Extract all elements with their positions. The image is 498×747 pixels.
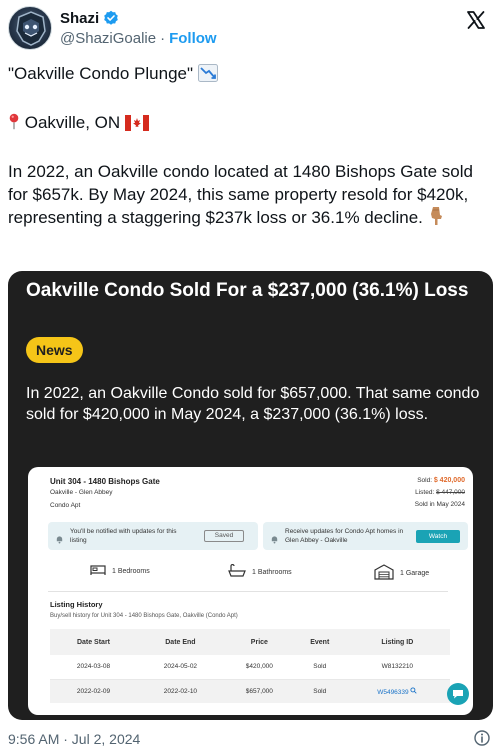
table-cell: 2022-02-09	[50, 679, 137, 703]
column-header: Price	[223, 629, 295, 655]
handle[interactable]: @ShaziGoalie	[60, 30, 156, 47]
sold-date: Sold in May 2024	[414, 501, 465, 508]
receive-text: Receive updates for Condo Apt homes in G…	[285, 528, 404, 544]
name-row: Shazi	[60, 8, 119, 28]
tweet-body-line: In 2022, an Oakville condo located at 14…	[8, 160, 490, 232]
watch-button[interactable]: Watch	[416, 530, 460, 543]
listing-id-link[interactable]: W5496339	[377, 689, 408, 696]
tweet-title-line: "Oakville Condo Plunge"	[8, 62, 490, 88]
display-name[interactable]: Shazi	[60, 10, 99, 27]
listing-type: Condo Apt	[50, 502, 81, 509]
separator: ·	[160, 30, 166, 47]
bathrooms-feature: 1 Bathrooms	[228, 563, 292, 580]
bell-icon	[270, 531, 279, 544]
table-row[interactable]: 2024-03-08 2024-05-02 $420,000 Sold W813…	[50, 655, 450, 680]
receive-box: Receive updates for Condo Apt homes in G…	[263, 522, 468, 550]
tweet-body: In 2022, an Oakville condo located at 14…	[8, 162, 473, 227]
bathrooms-label: 1 Bathrooms	[252, 568, 292, 576]
card-body: In 2022, an Oakville Condo sold for $657…	[26, 385, 480, 423]
saved-button[interactable]: Saved	[204, 530, 244, 542]
column-header: Date End	[136, 629, 224, 655]
bed-icon	[90, 564, 106, 578]
listed-row: Listed: $ 447,000	[415, 489, 465, 496]
chart-decreasing-icon	[197, 64, 218, 88]
bell-icon	[55, 531, 64, 544]
avatar[interactable]	[8, 6, 52, 50]
canada-flag-icon	[124, 114, 149, 137]
listing-id-cell[interactable]: W5496339	[344, 679, 450, 703]
listing-screenshot: Unit 304 - 1480 Bishops Gate Oakville - …	[28, 467, 473, 715]
tweet-title: "Oakville Condo Plunge"	[8, 64, 194, 83]
verified-badge-icon	[103, 10, 119, 26]
sold-row: Sold: $ 420,000	[417, 477, 465, 484]
round-pushpin-icon	[8, 112, 20, 137]
table-row[interactable]: 2022-02-09 2022-02-10 $657,000 Sold W549…	[50, 679, 450, 703]
column-header: Date Start	[50, 629, 137, 655]
tweet-location-line: Oakville, ON	[8, 111, 490, 137]
tweet-location: Oakville, ON	[24, 113, 121, 132]
handle-row: @ShaziGoalie · Follow	[60, 30, 217, 47]
table-cell: Sold	[294, 679, 345, 703]
divider	[48, 591, 448, 592]
column-header: Event	[294, 629, 345, 655]
listed-label: Listed:	[415, 489, 435, 496]
info-icon[interactable]	[474, 730, 490, 746]
tweet-header: Shazi @ShaziGoalie · Follow	[8, 6, 490, 52]
garage-icon	[374, 564, 394, 582]
table-header-row: Date Start Date End Price Event Listing …	[50, 629, 450, 655]
table-cell: 2022-02-10	[136, 679, 224, 703]
history-table: Date Start Date End Price Event Listing …	[50, 629, 450, 703]
table-cell: 2024-03-08	[50, 655, 137, 680]
table-cell: W8132210	[344, 655, 450, 680]
listing-area: Oakville - Glen Abbey	[50, 489, 113, 496]
notify-text: You'll be notified with updates for this…	[70, 528, 177, 544]
table-cell: $420,000	[223, 655, 295, 680]
table-cell: $657,000	[223, 679, 295, 703]
search-icon[interactable]	[410, 687, 418, 696]
garage-label: 1 Garage	[400, 569, 430, 577]
garage-feature: 1 Garage	[374, 564, 429, 582]
chat-icon	[453, 690, 463, 699]
listed-price: $ 447,000	[436, 489, 465, 496]
card-title[interactable]: Oakville Condo Sold For a $237,000 (36.1…	[26, 279, 476, 303]
tweet-text: "Oakville Condo Plunge" Oakville, ON In …	[8, 62, 490, 232]
bedrooms-label: 1 Bedrooms	[112, 567, 150, 575]
news-badge: News	[26, 337, 83, 363]
table-cell: 2024-05-02	[136, 655, 224, 680]
history-subtitle: Buy/sell history for Unit 304 - 1480 Bis…	[50, 613, 238, 619]
sold-label: Sold:	[417, 477, 433, 484]
point-down-icon	[428, 206, 444, 232]
table-cell: Sold	[294, 655, 345, 680]
listing-unit: Unit 304 - 1480 Bishops Gate	[50, 477, 160, 486]
chat-button[interactable]	[447, 683, 469, 705]
column-header: Listing ID	[344, 629, 450, 655]
bath-icon	[228, 563, 246, 580]
x-logo-icon[interactable]	[466, 10, 486, 30]
history-title: Listing History	[50, 600, 103, 609]
tweet-timestamp[interactable]: 9:56 AM · Jul 2, 2024	[8, 731, 140, 747]
bedrooms-feature: 1 Bedrooms	[90, 564, 150, 578]
notify-box: You'll be notified with updates for this…	[48, 522, 258, 550]
follow-button[interactable]: Follow	[169, 30, 217, 47]
sold-price: $ 420,000	[433, 477, 465, 484]
